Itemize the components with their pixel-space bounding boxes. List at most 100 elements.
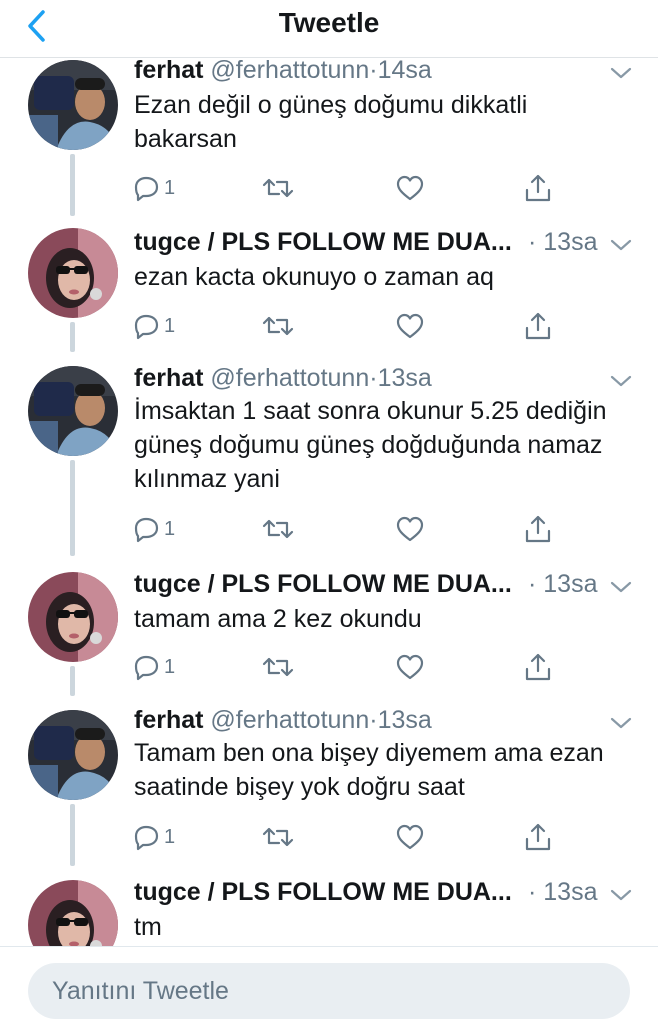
share-icon [525, 312, 551, 340]
separator-dot: · [528, 878, 537, 906]
tweet-time: · 13sa [528, 228, 658, 256]
tweet-text: ezan kacta okunuyo o zaman aq [134, 263, 494, 291]
author-name[interactable]: tugce / PLS FOLLOW ME DUA... [134, 570, 512, 598]
reply-button[interactable]: 1 [130, 309, 175, 343]
tweet[interactable]: tugce / PLS FOLLOW ME DUA... · 13sa ezan… [0, 216, 658, 356]
separator-dot: · [369, 364, 378, 392]
tweet-text: Ezan değil o güneş doğumu dikkatli bakar… [134, 91, 528, 153]
tweet-text: Tamam ben ona bişey diyemem ama ezan saa… [134, 739, 604, 801]
tweet-header: ferhat @ferhattotunn·13sa [134, 364, 588, 392]
thread-line [70, 666, 75, 696]
author-handle: @ferhattotunn [210, 364, 370, 392]
tweet-text: tamam ama 2 kez okundu [134, 605, 422, 633]
share-button[interactable] [522, 820, 554, 854]
tweet[interactable]: ferhat @ferhattotunn·13sa Tamam ben ona … [0, 700, 658, 872]
thread-line [70, 322, 75, 352]
author-name[interactable]: ferhat [134, 56, 203, 84]
avatar[interactable] [28, 60, 118, 150]
reply-button[interactable]: 1 [130, 512, 175, 546]
chevron-down-icon[interactable] [608, 886, 634, 904]
author-name[interactable]: ferhat [134, 706, 203, 734]
share-icon [525, 515, 551, 543]
retweet-button[interactable] [260, 309, 296, 343]
retweet-button[interactable] [260, 171, 296, 205]
retweet-icon [262, 178, 294, 198]
thread-line [70, 460, 75, 556]
tweet[interactable]: ferhat @ferhattotunn·14sa Ezan değil o g… [0, 50, 658, 230]
retweet-icon [262, 519, 294, 539]
like-button[interactable] [394, 309, 426, 343]
retweet-icon [262, 827, 294, 847]
timestamp[interactable]: 13sa [543, 570, 597, 598]
avatar[interactable] [28, 228, 118, 318]
share-button[interactable] [522, 171, 554, 205]
thread-line [70, 804, 75, 866]
author-name[interactable]: tugce / PLS FOLLOW ME DUA... [134, 878, 512, 906]
like-button[interactable] [394, 820, 426, 854]
retweet-button[interactable] [260, 650, 296, 684]
timestamp[interactable]: 13sa [378, 364, 432, 392]
tweet-header: ferhat @ferhattotunn·14sa [134, 56, 588, 84]
tweet-header: tugce / PLS FOLLOW ME DUA... [134, 228, 538, 256]
separator-dot: · [528, 570, 537, 598]
timestamp[interactable]: 13sa [543, 228, 597, 256]
tweet[interactable]: ferhat @ferhattotunn·13sa İmsaktan 1 saa… [0, 356, 658, 562]
author-name[interactable]: ferhat [134, 364, 203, 392]
avatar[interactable] [28, 366, 118, 456]
heart-icon [396, 313, 424, 339]
tweet-actions: 1 [130, 171, 570, 205]
like-button[interactable] [394, 512, 426, 546]
tweet-actions: 1 [130, 820, 570, 854]
tweet[interactable]: tugce / PLS FOLLOW ME DUA... · 13sa tama… [0, 562, 658, 700]
header: Tweetle [0, 0, 658, 58]
tweet-time: · 13sa [528, 878, 658, 906]
reply-count: 1 [164, 517, 176, 540]
timestamp[interactable]: 14sa [378, 56, 432, 84]
reply-button[interactable]: 1 [130, 171, 175, 205]
avatar[interactable] [28, 572, 118, 662]
retweet-button[interactable] [260, 820, 296, 854]
retweet-icon [262, 657, 294, 677]
chevron-down-icon[interactable] [608, 64, 634, 82]
avatar[interactable] [28, 880, 118, 946]
retweet-icon [262, 316, 294, 336]
separator-dot: · [369, 56, 378, 84]
like-button[interactable] [394, 171, 426, 205]
tweet-text: İmsaktan 1 saat sonra okunur 5.25 dediği… [134, 397, 607, 493]
reply-button[interactable]: 1 [130, 820, 175, 854]
tweet[interactable]: tugce / PLS FOLLOW ME DUA... · 13sa tm [0, 872, 658, 946]
chevron-down-icon[interactable] [608, 372, 634, 390]
share-button[interactable] [522, 309, 554, 343]
share-button[interactable] [522, 650, 554, 684]
retweet-button[interactable] [260, 512, 296, 546]
chevron-down-icon[interactable] [608, 714, 634, 732]
separator-dot: · [369, 706, 378, 734]
timestamp[interactable]: 13sa [543, 878, 597, 906]
reply-icon [134, 176, 159, 202]
conversation-thread: ferhat @ferhattotunn·14sa Ezan değil o g… [0, 0, 658, 946]
heart-icon [396, 654, 424, 680]
separator-dot: · [528, 228, 537, 256]
avatar[interactable] [28, 710, 118, 800]
reply-count: 1 [164, 314, 176, 337]
author-name[interactable]: tugce / PLS FOLLOW ME DUA... [134, 228, 512, 256]
author-handle: @ferhattotunn [210, 706, 370, 734]
timestamp[interactable]: 13sa [378, 706, 432, 734]
author-handle: @ferhattotunn [210, 56, 370, 84]
reply-icon [134, 825, 159, 851]
reply-count: 1 [164, 655, 176, 678]
reply-icon [134, 314, 159, 340]
chevron-down-icon[interactable] [608, 236, 634, 254]
reply-count: 1 [164, 176, 176, 199]
tweet-actions: 1 [130, 309, 570, 343]
reply-input[interactable]: Yanıtını Tweetle [28, 963, 630, 1019]
share-button[interactable] [522, 512, 554, 546]
thread-line [70, 154, 75, 216]
chevron-down-icon[interactable] [608, 578, 634, 596]
reply-icon [134, 517, 159, 543]
like-button[interactable] [394, 650, 426, 684]
tweet-header: tugce / PLS FOLLOW ME DUA... [134, 878, 538, 906]
reply-button[interactable]: 1 [130, 650, 175, 684]
reply-icon [134, 655, 159, 681]
reply-bar: Yanıtını Tweetle [0, 946, 658, 1024]
